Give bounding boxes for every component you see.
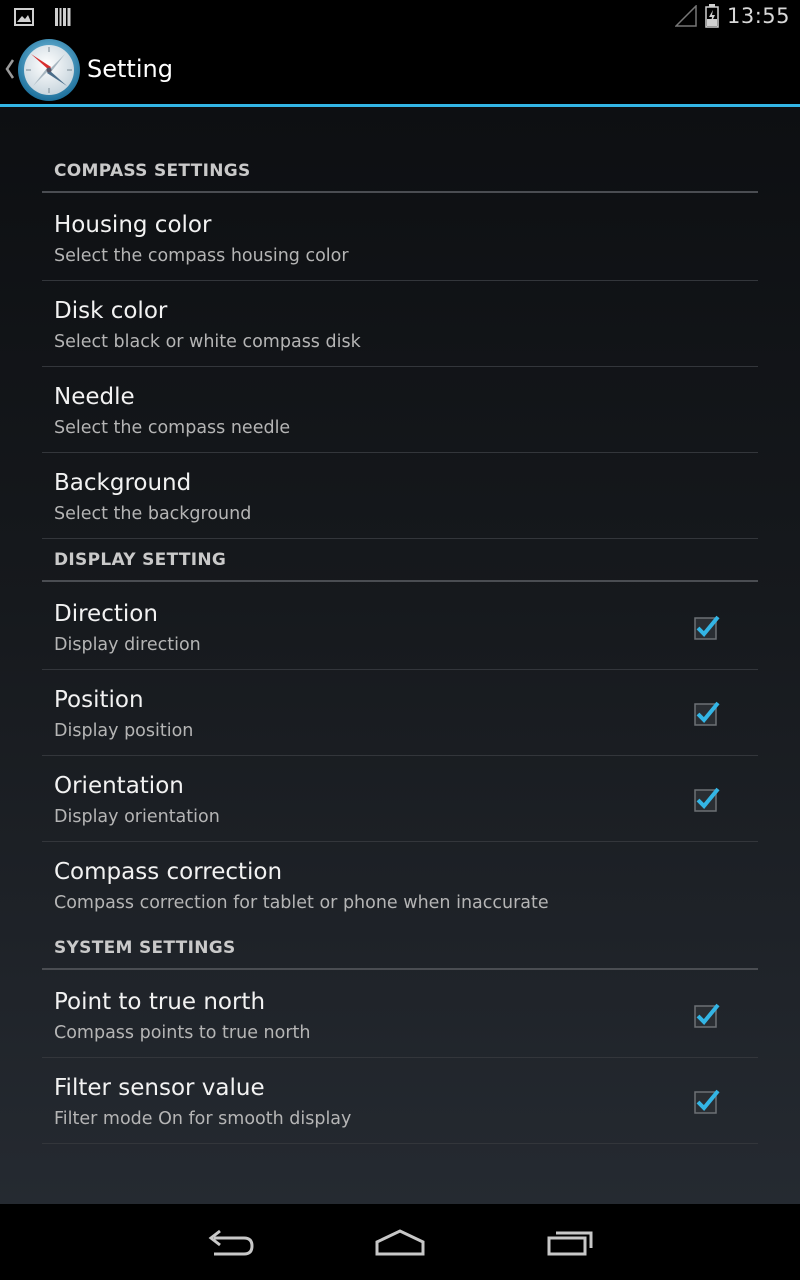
pref-summary: Select the background	[54, 504, 252, 524]
pref-summary: Compass correction for tablet or phone w…	[54, 893, 549, 913]
navigation-bar	[0, 1204, 800, 1280]
up-caret-icon	[5, 59, 15, 79]
pref-title: Background	[54, 470, 192, 496]
back-icon[interactable]	[200, 1222, 260, 1262]
action-bar: Setting	[0, 34, 800, 106]
section-divider	[42, 580, 758, 582]
pref-point-to-true-north[interactable]: Point to true north Compass points to tr…	[42, 972, 758, 1058]
section-header-compass-settings: COMPASS SETTINGS	[42, 153, 758, 193]
compass-app-icon	[18, 39, 80, 101]
pref-background[interactable]: Background Select the background	[42, 453, 758, 539]
pref-summary: Compass points to true north	[54, 1023, 311, 1043]
section-divider	[42, 968, 758, 970]
settings-content[interactable]: COMPASS SETTINGS Housing color Select th…	[0, 107, 800, 1204]
clock: 13:55	[726, 4, 790, 28]
signal-icon	[674, 5, 697, 27]
gallery-notification-icon	[14, 8, 34, 26]
list-divider	[42, 1143, 758, 1144]
pref-housing-color[interactable]: Housing color Select the compass housing…	[42, 195, 758, 281]
pref-needle[interactable]: Needle Select the compass needle	[42, 367, 758, 453]
section-title: DISPLAY SETTING	[54, 550, 227, 570]
pref-title: Orientation	[54, 773, 184, 799]
home-icon[interactable]	[370, 1222, 430, 1262]
checkbox-checked-icon[interactable]	[694, 787, 720, 813]
pref-position[interactable]: Position Display position	[42, 670, 758, 756]
battery-charging-icon	[705, 4, 719, 28]
pref-title: Filter sensor value	[54, 1075, 265, 1101]
pref-title: Direction	[54, 601, 158, 627]
pref-summary: Select black or white compass disk	[54, 332, 361, 352]
pref-title: Needle	[54, 384, 135, 410]
list-divider	[42, 538, 758, 539]
pref-summary: Display direction	[54, 635, 201, 655]
checkbox-checked-icon[interactable]	[694, 701, 720, 727]
screen-title: Setting	[87, 55, 173, 83]
recent-apps-icon[interactable]	[540, 1222, 600, 1262]
pref-title: Position	[54, 687, 144, 713]
checkbox-checked-icon[interactable]	[694, 615, 720, 641]
section-divider	[42, 191, 758, 193]
pref-summary: Display position	[54, 721, 194, 741]
checkbox-checked-icon[interactable]	[694, 1089, 720, 1115]
status-bar: 13:55	[0, 0, 800, 34]
pref-title: Point to true north	[54, 989, 266, 1015]
pref-disk-color[interactable]: Disk color Select black or white compass…	[42, 281, 758, 367]
pref-title: Disk color	[54, 298, 168, 324]
section-header-system-settings: SYSTEM SETTINGS	[42, 930, 758, 970]
section-title: COMPASS SETTINGS	[54, 161, 251, 181]
pref-filter-sensor-value[interactable]: Filter sensor value Filter mode On for s…	[42, 1058, 758, 1144]
pref-compass-correction[interactable]: Compass correction Compass correction fo…	[42, 842, 758, 928]
pref-summary: Display orientation	[54, 807, 220, 827]
section-header-display-setting: DISPLAY SETTING	[42, 542, 758, 582]
pref-title: Compass correction	[54, 859, 283, 885]
pref-direction[interactable]: Direction Display direction	[42, 584, 758, 670]
barcode-notification-icon	[55, 8, 71, 26]
pref-summary: Filter mode On for smooth display	[54, 1109, 352, 1129]
home-as-up-button[interactable]: Setting	[0, 34, 180, 106]
pref-title: Housing color	[54, 212, 212, 238]
section-title: SYSTEM SETTINGS	[54, 938, 236, 958]
pref-orientation[interactable]: Orientation Display orientation	[42, 756, 758, 842]
pref-summary: Select the compass needle	[54, 418, 291, 438]
pref-summary: Select the compass housing color	[54, 246, 349, 266]
checkbox-checked-icon[interactable]	[694, 1003, 720, 1029]
